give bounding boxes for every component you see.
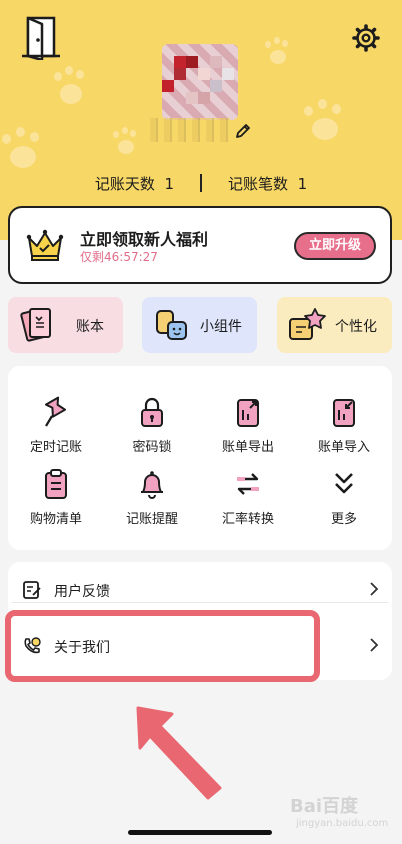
feature-label: 账单导入 (317, 440, 370, 455)
tile-personalize[interactable]: 个性化 (277, 297, 392, 353)
personalize-star-icon (289, 308, 326, 340)
pin-icon (44, 396, 67, 427)
feature-label: 密码锁 (132, 440, 172, 455)
username-blurred (150, 118, 230, 142)
feature-password-lock[interactable]: 密码锁 (104, 396, 200, 466)
stat-entries: 记账笔数 1 (228, 174, 308, 193)
clipboard-list-icon (45, 469, 67, 499)
quick-tiles: 账本 小组件 个性化 (8, 297, 394, 353)
avatar[interactable] (162, 44, 238, 120)
feature-label: 记账提醒 (125, 512, 178, 527)
feature-label: 更多 (330, 512, 357, 527)
stats-divider (200, 174, 202, 192)
feedback-icon (23, 581, 41, 599)
tile-ledger-label: 账本 (76, 319, 104, 335)
feature-more[interactable]: 更多 (296, 468, 392, 538)
promo-title: 立即领取新人福利 (80, 230, 209, 249)
annotation-arrow-icon (136, 706, 222, 800)
feature-label: 购物清单 (29, 512, 82, 527)
feature-label: 定时记账 (29, 440, 82, 455)
ledger-book-icon (20, 308, 51, 342)
lock-icon (141, 397, 163, 427)
tile-personalize-label: 个性化 (335, 319, 377, 335)
list-divider (12, 602, 388, 603)
exchange-arrows-icon (237, 473, 259, 495)
tile-widgets-label: 小组件 (200, 319, 242, 335)
upgrade-button[interactable]: 立即升级 (294, 232, 376, 260)
new-user-promo-card[interactable]: 立即领取新人福利 仅剩46:57:27 立即升级 (8, 206, 392, 284)
promo-countdown: 仅剩46:57:27 (80, 250, 158, 264)
home-indicator[interactable] (128, 830, 272, 835)
list-item-label: 用户反馈 (54, 584, 110, 600)
annotation-highlight-box (5, 610, 320, 682)
pencil-edit-icon[interactable] (234, 122, 252, 140)
feature-shopping-list[interactable]: 购物清单 (8, 468, 104, 538)
feature-bill-export[interactable]: 账单导出 (200, 396, 296, 466)
feature-grid: 定时记账 密码锁 账单导出 账单导入 购物清单 记账提醒 汇率转换 更多 (8, 366, 392, 550)
widget-icon (156, 310, 187, 340)
bell-icon (141, 471, 163, 499)
feature-scheduled-entry[interactable]: 定时记账 (8, 396, 104, 466)
baidu-watermark: Bai百度 jingyan.baidu.com (290, 796, 389, 829)
profile-header: 记账天数 1 记账笔数 1 (0, 0, 402, 240)
feature-label: 汇率转换 (221, 512, 274, 527)
chevron-right-icon (370, 638, 379, 652)
gear-icon[interactable] (352, 24, 380, 52)
import-icon (333, 399, 355, 427)
tile-widgets[interactable]: 小组件 (142, 297, 257, 353)
exit-door-icon[interactable] (22, 14, 62, 60)
double-chevron-down-icon (335, 473, 353, 494)
stats-row: 记账天数 1 记账笔数 1 (0, 170, 402, 196)
feature-bill-import[interactable]: 账单导入 (296, 396, 392, 466)
feature-reminder[interactable]: 记账提醒 (104, 468, 200, 538)
feature-exchange-rate[interactable]: 汇率转换 (200, 468, 296, 538)
crown-icon (26, 229, 64, 261)
chevron-right-icon (370, 582, 379, 596)
tile-ledger[interactable]: 账本 (8, 297, 123, 353)
feature-label: 账单导出 (221, 440, 274, 455)
stat-days: 记账天数 1 (94, 174, 174, 193)
export-icon (237, 399, 259, 427)
